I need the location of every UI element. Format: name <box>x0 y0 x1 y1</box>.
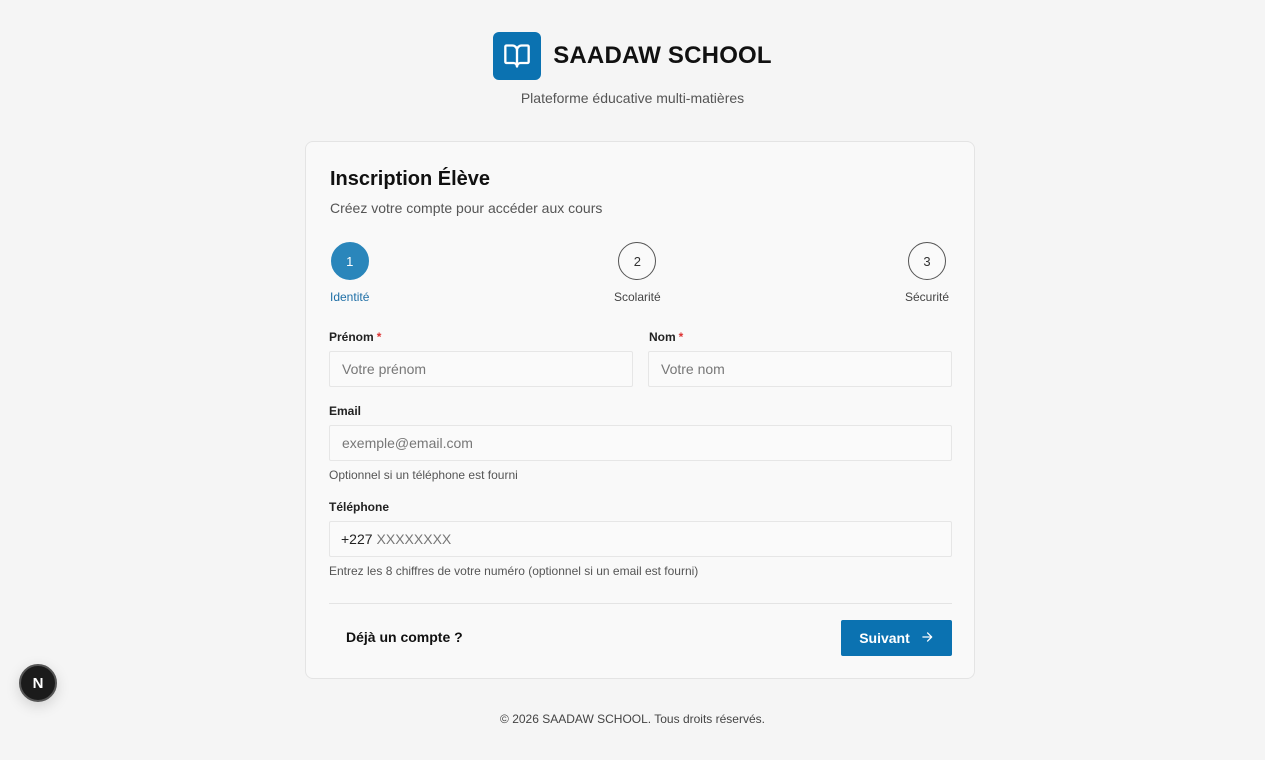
required-mark: * <box>376 330 382 344</box>
registration-card: Inscription Élève Créez votre compte pou… <box>305 141 975 679</box>
phone-field[interactable]: +227 <box>329 521 952 557</box>
card-subtitle: Créez votre compte pour accéder aux cour… <box>330 200 603 216</box>
step-label: Identité <box>330 290 370 304</box>
brand-tagline: Plateforme éducative multi-matières <box>520 90 745 106</box>
login-link[interactable]: Déjà un compte ? <box>346 629 463 645</box>
card-title: Inscription Élève <box>330 168 491 190</box>
phone-prefix: +227 <box>341 531 373 547</box>
step-number: 3 <box>908 242 947 280</box>
last-name-input[interactable] <box>648 351 952 387</box>
step-securite: 3 Sécurité <box>905 242 949 304</box>
required-mark: * <box>678 330 684 344</box>
step-number: 2 <box>618 242 657 280</box>
brand-header: SAADAW SCHOOL Plateforme éducative multi… <box>0 32 1265 106</box>
brand-name: SAADAW SCHOOL <box>553 42 772 69</box>
last-name-label: Nom * <box>649 330 684 344</box>
first-name-input[interactable] <box>329 351 633 387</box>
step-scolarite: 2 Scolarité <box>614 242 661 304</box>
first-name-label: Prénom * <box>329 330 382 344</box>
footer-copyright: © 2026 SAADAW SCHOOL. Tous droits réserv… <box>500 712 765 726</box>
step-label: Scolarité <box>614 290 661 304</box>
step-number: 1 <box>330 242 369 280</box>
step-label: Sécurité <box>905 290 950 304</box>
email-hint: Optionnel si un téléphone est fourni <box>329 468 518 482</box>
svg-text:N: N <box>33 675 44 692</box>
phone-hint: Entrez les 8 chiffres de votre numéro (o… <box>329 564 699 578</box>
next-button-label: Suivant <box>859 630 910 646</box>
email-input[interactable] <box>329 425 952 461</box>
phone-input[interactable] <box>372 531 951 547</box>
nextjs-logo-icon[interactable]: N <box>19 664 57 702</box>
arrow-right-icon <box>920 630 934 647</box>
open-book-icon <box>493 32 542 80</box>
email-label: Email <box>329 404 362 418</box>
phone-label: Téléphone <box>329 500 390 514</box>
divider <box>329 603 952 604</box>
next-button[interactable]: Suivant <box>841 620 952 656</box>
step-identite: 1 Identité <box>330 242 369 304</box>
